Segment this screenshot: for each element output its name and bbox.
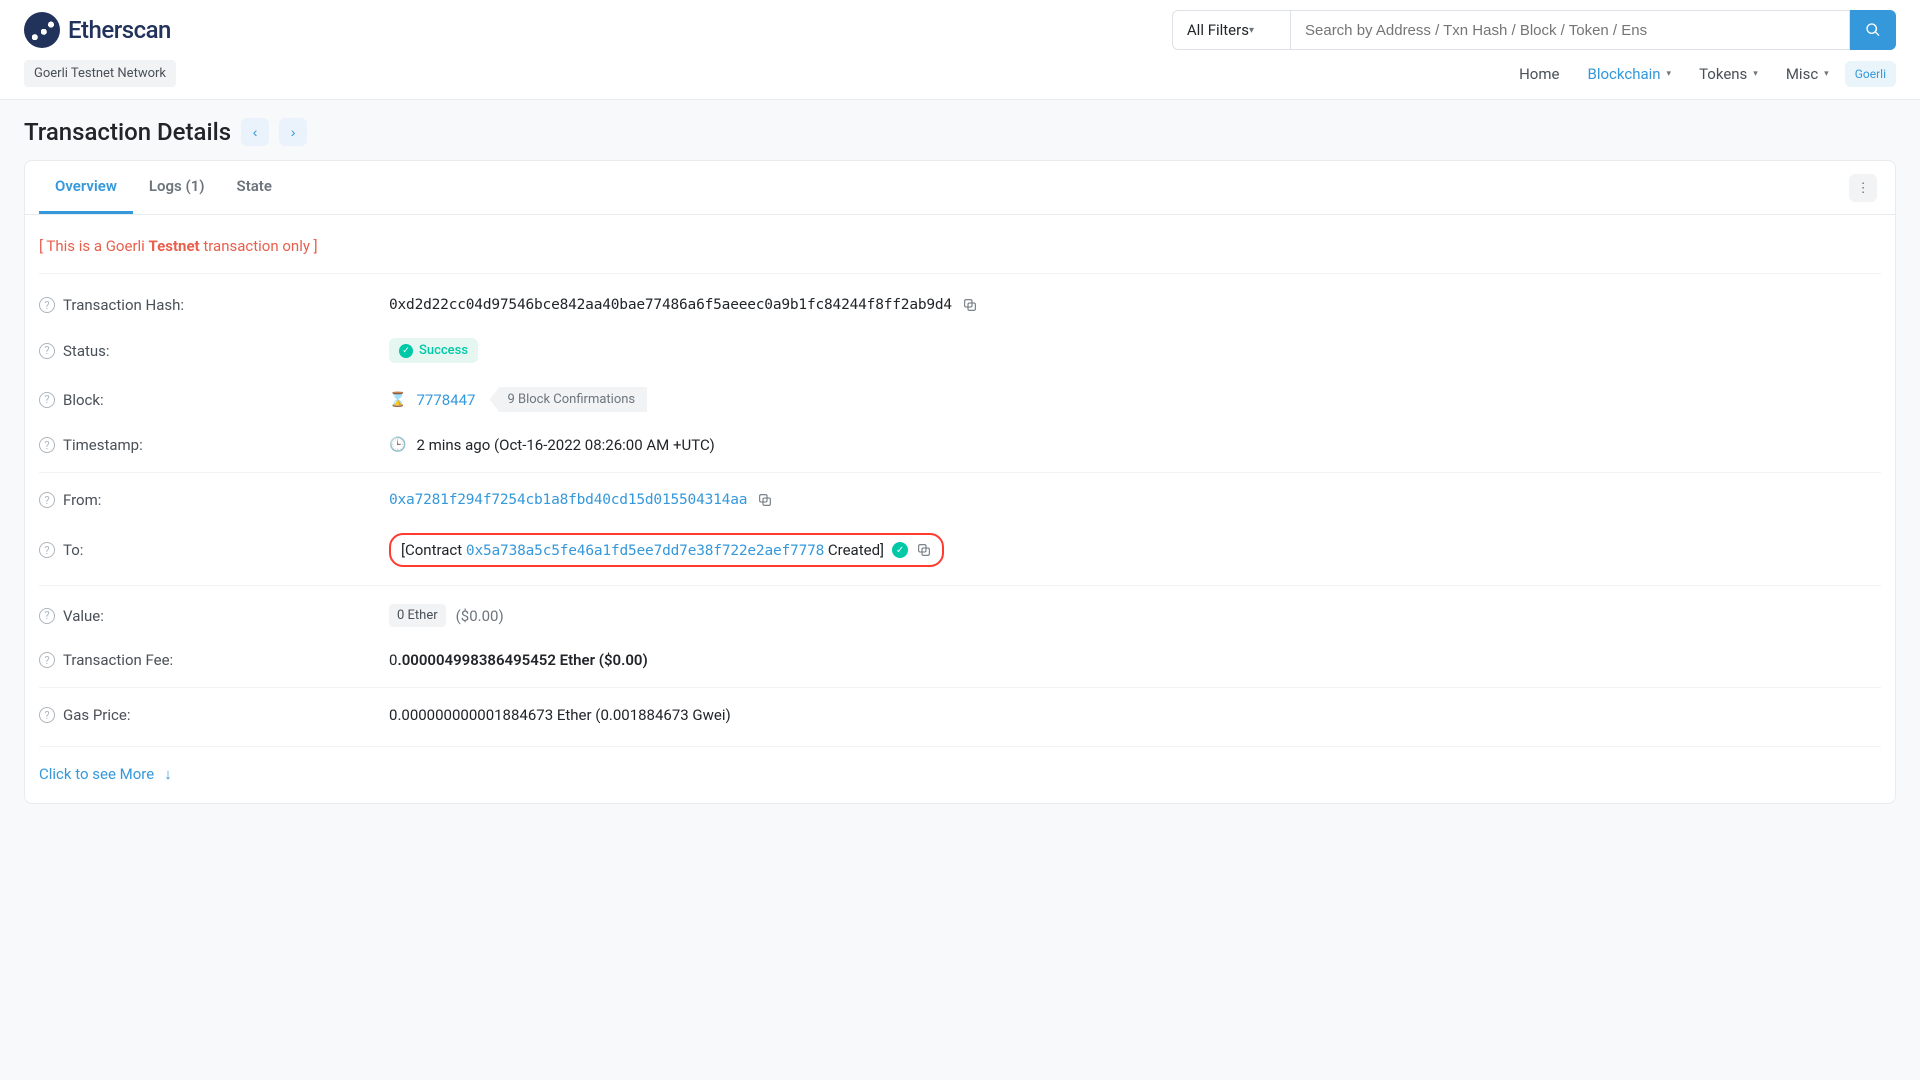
chevron-right-icon: › bbox=[291, 124, 296, 140]
nav-misc[interactable]: Misc ▾ bbox=[1786, 65, 1829, 83]
row-block: ? Block: ⌛ 7778447 9 Block Confirmations bbox=[39, 375, 1881, 424]
row-tx-hash: ? Transaction Hash: 0xd2d22cc04d97546bce… bbox=[39, 284, 1881, 326]
to-contract-highlight: [Contract 0x5a738a5c5fe46a1fd5ee7dd7e38f… bbox=[389, 533, 944, 567]
clock-icon: 🕒 bbox=[389, 437, 406, 453]
prev-tx-button[interactable]: ‹ bbox=[241, 118, 269, 146]
brand-name: Etherscan bbox=[68, 16, 171, 44]
from-address-link[interactable]: 0xa7281f294f7254cb1a8fbd40cd15d015504314… bbox=[389, 492, 747, 508]
row-status: ? Status: ✓ Success bbox=[39, 326, 1881, 375]
tab-logs[interactable]: Logs (1) bbox=[133, 161, 221, 214]
value-timestamp: 2 mins ago (Oct-16-2022 08:26:00 AM +UTC… bbox=[416, 436, 714, 454]
search-button[interactable] bbox=[1850, 10, 1896, 50]
network-badge: Goerli Testnet Network bbox=[24, 60, 176, 87]
label-timestamp: Timestamp: bbox=[63, 436, 143, 454]
testnet-warning: [ This is a Goerli Testnet transaction o… bbox=[39, 231, 1881, 274]
arrow-down-icon: ↓ bbox=[164, 765, 172, 783]
label-from: From: bbox=[63, 491, 101, 509]
nav-home[interactable]: Home bbox=[1519, 65, 1559, 83]
value-ether-pill: 0 Ether bbox=[389, 604, 446, 627]
row-timestamp: ? Timestamp: 🕒 2 mins ago (Oct-16-2022 0… bbox=[39, 424, 1881, 466]
tabs: Overview Logs (1) State ⋮ bbox=[25, 161, 1895, 215]
row-gas: ? Gas Price: 0.000000000001884673 Ether … bbox=[39, 687, 1881, 736]
tab-state[interactable]: State bbox=[221, 161, 288, 214]
row-fee: ? Transaction Fee: 0.000004998386495452 … bbox=[39, 639, 1881, 681]
testnet-warning-bold: Testnet bbox=[149, 237, 200, 255]
search-input[interactable] bbox=[1290, 10, 1850, 50]
testnet-warning-prefix: [ This is a Goerli bbox=[39, 237, 149, 255]
nav-tokens[interactable]: Tokens ▾ bbox=[1699, 65, 1758, 83]
to-contract-prefix: [Contract bbox=[401, 541, 466, 559]
copy-icon[interactable] bbox=[916, 542, 932, 558]
network-switch-badge[interactable]: Goerli bbox=[1845, 61, 1896, 87]
chevron-down-icon: ▾ bbox=[1824, 69, 1829, 79]
label-status: Status: bbox=[63, 342, 110, 360]
label-gas: Gas Price: bbox=[63, 706, 130, 724]
value-gas: 0.000000000001884673 Ether (0.001884673 … bbox=[389, 706, 731, 724]
search-bar: All Filters ▾ bbox=[1172, 10, 1896, 50]
see-more-toggle[interactable]: Click to see More ↓ bbox=[39, 746, 1881, 783]
hourglass-icon: ⌛ bbox=[389, 392, 406, 408]
to-contract-link[interactable]: 0x5a738a5c5fe46a1fd5ee7dd7e38f722e2aef77… bbox=[466, 543, 824, 559]
check-circle-icon: ✓ bbox=[399, 344, 413, 358]
search-filter-dropdown[interactable]: All Filters ▾ bbox=[1172, 10, 1290, 50]
help-icon[interactable]: ? bbox=[39, 707, 55, 723]
value-fee: 0.000004998386495452 Ether ($0.00) bbox=[389, 651, 648, 669]
tx-card: Overview Logs (1) State ⋮ [ This is a Go… bbox=[24, 160, 1896, 804]
brand-logo[interactable]: Etherscan bbox=[24, 12, 171, 48]
copy-icon[interactable] bbox=[757, 492, 773, 508]
nav-blockchain[interactable]: Blockchain ▾ bbox=[1587, 65, 1671, 83]
chevron-down-icon: ▾ bbox=[1249, 25, 1254, 36]
help-icon[interactable]: ? bbox=[39, 652, 55, 668]
to-contract-suffix: Created] bbox=[824, 541, 884, 559]
card-menu-button[interactable]: ⋮ bbox=[1849, 174, 1877, 202]
help-icon[interactable]: ? bbox=[39, 297, 55, 313]
block-confirmations: 9 Block Confirmations bbox=[489, 387, 647, 412]
value-usd: ($0.00) bbox=[456, 607, 504, 625]
verified-check-icon: ✓ bbox=[892, 542, 908, 558]
chevron-down-icon: ▾ bbox=[1753, 69, 1758, 79]
help-icon[interactable]: ? bbox=[39, 492, 55, 508]
label-block: Block: bbox=[63, 391, 104, 409]
nav-tokens-label: Tokens bbox=[1699, 65, 1747, 83]
label-value: Value: bbox=[63, 607, 104, 625]
next-tx-button[interactable]: › bbox=[279, 118, 307, 146]
status-text: Success bbox=[419, 343, 468, 358]
block-link[interactable]: 7778447 bbox=[416, 391, 475, 409]
row-from: ? From: 0xa7281f294f7254cb1a8fbd40cd15d0… bbox=[39, 472, 1881, 521]
help-icon[interactable]: ? bbox=[39, 608, 55, 624]
value-tx-hash: 0xd2d22cc04d97546bce842aa40bae77486a6f5a… bbox=[389, 297, 952, 313]
kebab-icon: ⋮ bbox=[1856, 180, 1869, 195]
search-icon bbox=[1865, 22, 1881, 38]
help-icon[interactable]: ? bbox=[39, 542, 55, 558]
label-fee: Transaction Fee: bbox=[63, 651, 173, 669]
main-nav: Home Blockchain ▾ Tokens ▾ Misc ▾ bbox=[1519, 65, 1829, 83]
page-title: Transaction Details bbox=[24, 118, 231, 146]
nav-misc-label: Misc bbox=[1786, 65, 1818, 83]
testnet-warning-suffix: transaction only ] bbox=[200, 237, 318, 255]
status-badge: ✓ Success bbox=[389, 338, 478, 363]
help-icon[interactable]: ? bbox=[39, 392, 55, 408]
row-to: ? To: [Contract 0x5a738a5c5fe46a1fd5ee7d… bbox=[39, 521, 1881, 579]
logo-icon bbox=[24, 12, 60, 48]
chevron-down-icon: ▾ bbox=[1667, 69, 1672, 79]
chevron-left-icon: ‹ bbox=[253, 124, 258, 140]
nav-blockchain-label: Blockchain bbox=[1587, 65, 1660, 83]
help-icon[interactable]: ? bbox=[39, 437, 55, 453]
tab-overview[interactable]: Overview bbox=[39, 161, 133, 214]
row-value: ? Value: 0 Ether ($0.00) bbox=[39, 585, 1881, 639]
label-tx-hash: Transaction Hash: bbox=[63, 296, 184, 314]
copy-icon[interactable] bbox=[962, 297, 978, 313]
label-to: To: bbox=[63, 541, 83, 559]
see-more-label: Click to see More bbox=[39, 765, 154, 783]
help-icon[interactable]: ? bbox=[39, 343, 55, 359]
search-filter-label: All Filters bbox=[1187, 21, 1249, 39]
